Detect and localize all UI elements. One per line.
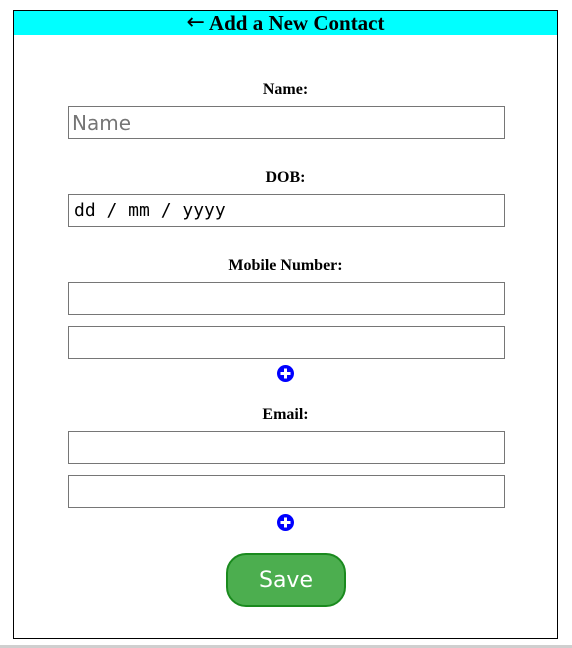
email-input-1[interactable] [68, 431, 505, 464]
name-label: Name: [262, 81, 309, 98]
mobile-number-input-1[interactable] [68, 282, 505, 315]
mobile-number-input-2[interactable] [68, 326, 505, 359]
name-input-placeholder: Name [72, 110, 132, 135]
name-input[interactable]: Name [68, 106, 505, 139]
dob-label: DOB: [265, 169, 306, 186]
page-title: Add a New Contact [208, 10, 385, 35]
header-bar: ← Add a New Contact [14, 11, 557, 35]
email-label: Email: [262, 406, 309, 423]
email-input-2[interactable] [68, 475, 505, 508]
dob-input[interactable]: dd / mm / yyyy [68, 194, 505, 227]
save-button[interactable]: Save [226, 553, 346, 607]
contact-form-card: ← Add a New Contact Name: Name DOB: dd /… [13, 10, 558, 639]
back-arrow-icon[interactable]: ← [186, 12, 204, 34]
dob-input-value: dd / mm / yyyy [74, 200, 226, 221]
add-mobile-plus-circle-icon[interactable] [277, 365, 294, 382]
add-email-plus-circle-icon[interactable] [277, 514, 294, 531]
mobile-number-label: Mobile Number: [228, 257, 343, 274]
page: ← Add a New Contact Name: Name DOB: dd /… [0, 0, 572, 648]
